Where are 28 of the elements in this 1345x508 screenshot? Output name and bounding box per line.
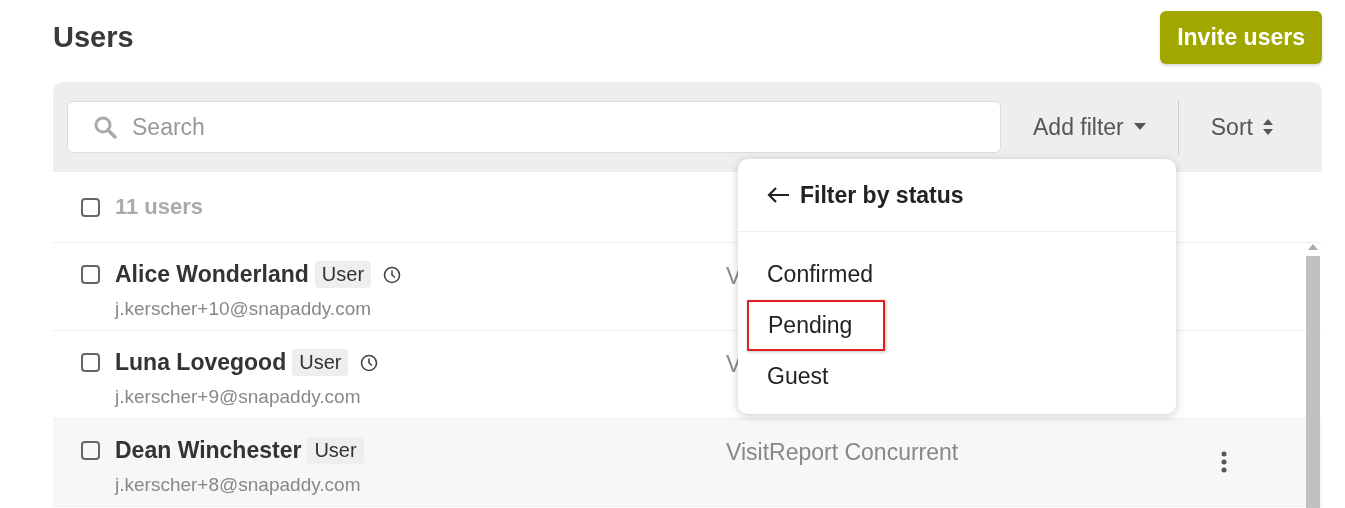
- user-email: j.kerscher+10@snapaddy.com: [115, 298, 373, 320]
- role-tag: User: [307, 437, 364, 464]
- user-name: Alice Wonderland: [115, 261, 309, 288]
- row-checkbox[interactable]: [81, 353, 100, 372]
- menu-item[interactable]: Guest: [738, 351, 1176, 402]
- role-tag: User: [292, 349, 349, 376]
- product-name: VisitReport Concurrent: [726, 439, 959, 465]
- user-email: j.kerscher+9@snapaddy.com: [115, 386, 362, 408]
- user-count: 11 users: [115, 194, 204, 220]
- more-options-icon[interactable]: [1221, 451, 1227, 473]
- row-checkbox[interactable]: [81, 265, 100, 284]
- page-title: Users: [53, 20, 134, 54]
- sort-button[interactable]: Sort: [1210, 113, 1273, 141]
- menu-item[interactable]: Confirmed: [738, 249, 1176, 300]
- user-name: Luna Lovegood: [115, 349, 287, 376]
- search-field[interactable]: Search: [67, 101, 1001, 153]
- row-checkbox[interactable]: [81, 441, 100, 460]
- select-all-checkbox[interactable]: [81, 197, 100, 217]
- user-name: Dean Winchester: [115, 437, 302, 464]
- role-tag: User: [314, 261, 372, 288]
- menu-title: Filter by status: [800, 181, 964, 209]
- caret-icon: [1133, 123, 1146, 131]
- menu-item[interactable]: Pending: [747, 300, 885, 351]
- add-filter-button[interactable]: Add filter: [1033, 113, 1146, 141]
- user-row[interactable]: Dean Winchester User j.kerscher+8@snapaddy.com VisitReport Concurrent: [53, 419, 1322, 507]
- back-arrow-icon[interactable]: [766, 186, 790, 204]
- sort-icon: [1262, 119, 1273, 135]
- user-email: j.kerscher+8@snapaddy.com: [115, 474, 362, 496]
